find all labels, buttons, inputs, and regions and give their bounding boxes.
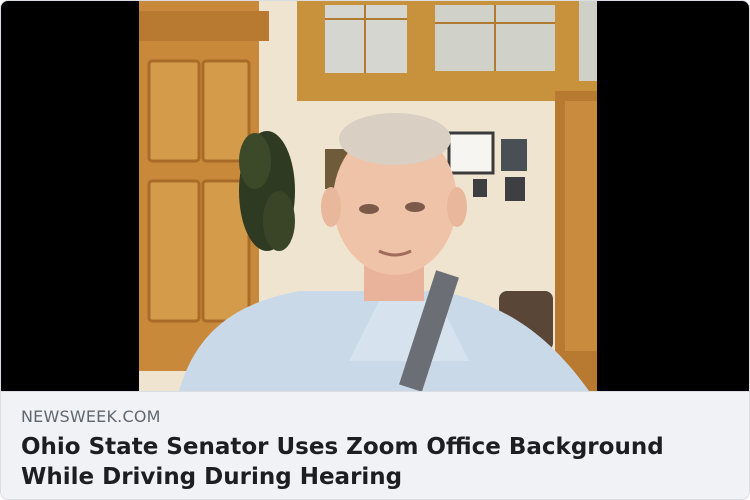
link-caption[interactable]: NEWSWEEK.COM Ohio State Senator Uses Zoo… bbox=[1, 391, 749, 499]
headline[interactable]: Ohio State Senator Uses Zoom Office Back… bbox=[21, 432, 721, 492]
office-scene-illustration bbox=[139, 1, 597, 391]
video-frame bbox=[139, 1, 597, 391]
link-preview-card[interactable]: NEWSWEEK.COM Ohio State Senator Uses Zoo… bbox=[0, 0, 750, 500]
preview-image[interactable] bbox=[1, 1, 749, 391]
source-domain: NEWSWEEK.COM bbox=[21, 407, 161, 426]
